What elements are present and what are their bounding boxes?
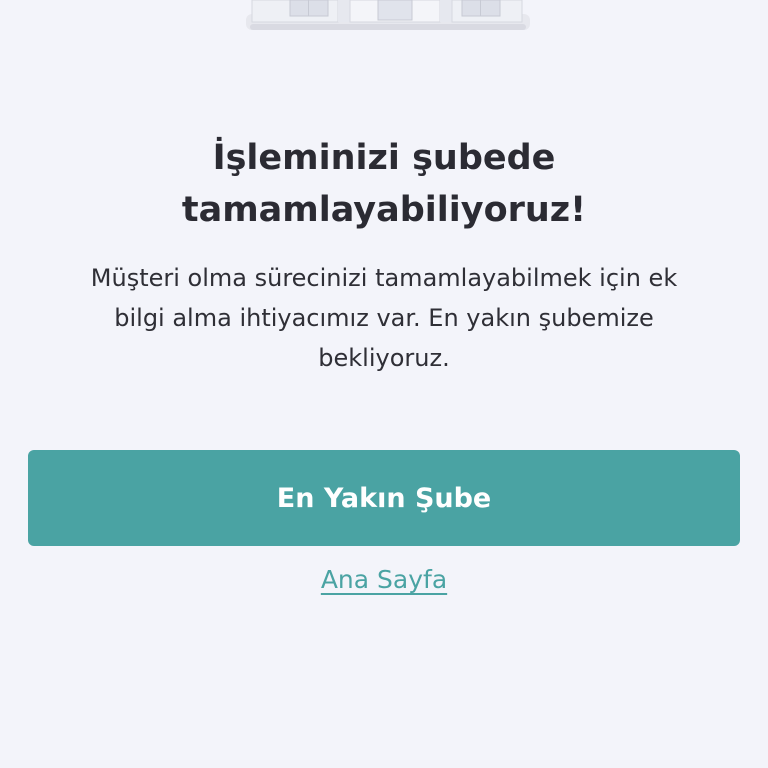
title-line-1: İşleminizi şubede <box>212 138 556 178</box>
description: Müşteri olma sürecinizi tamamlayabilmek … <box>74 258 694 378</box>
description-line-3: bekliyoruz. <box>318 344 450 372</box>
description-line-2: bilgi alma ihtiyacımız var. En yakın şub… <box>114 304 654 332</box>
nearest-branch-button[interactable]: En Yakın Şube <box>28 450 740 546</box>
description-line-1: Müşteri olma sürecinizi tamamlayabilmek … <box>90 264 678 292</box>
screen: İşleminizi şubede tamamlayabiliyoruz! Mü… <box>0 0 768 768</box>
home-link[interactable]: Ana Sayfa <box>0 565 768 594</box>
building-icon <box>246 0 530 30</box>
title-line-2: tamamlayabiliyoruz! <box>181 190 587 230</box>
page-title: İşleminizi şubede tamamlayabiliyoruz! <box>0 132 768 236</box>
